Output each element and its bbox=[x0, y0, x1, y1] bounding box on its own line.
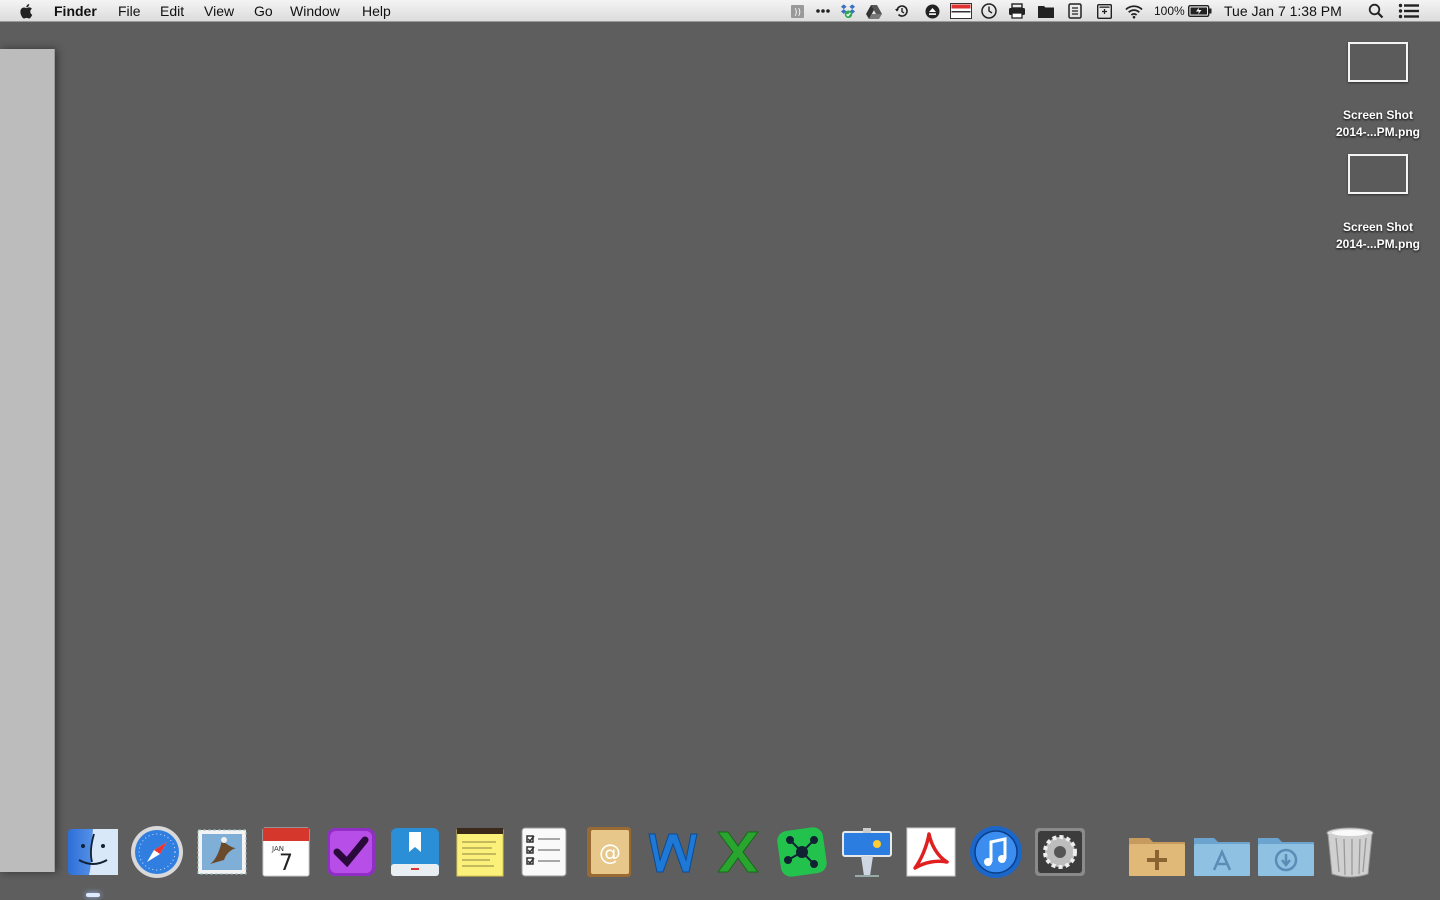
svg-text:)): )) bbox=[793, 8, 800, 18]
screenshot-thumbnail bbox=[1348, 154, 1408, 194]
file-name: Screen Shot 2014-...PM.png bbox=[1323, 219, 1433, 253]
word-icon[interactable] bbox=[645, 824, 701, 880]
time-machine-icon[interactable] bbox=[894, 3, 910, 19]
eject-icon[interactable] bbox=[924, 3, 940, 19]
keynote-icon[interactable] bbox=[839, 824, 895, 880]
day-one-icon[interactable] bbox=[387, 824, 443, 880]
downloads-folder-icon[interactable] bbox=[1256, 824, 1316, 880]
omnifocus-icon[interactable] bbox=[323, 824, 379, 880]
clock-datetime[interactable]: Tue Jan 7 1:38 PM bbox=[1224, 3, 1342, 19]
notification-center-icon[interactable] bbox=[1398, 3, 1420, 19]
finder-window-edge[interactable] bbox=[0, 49, 55, 872]
menu-file[interactable]: File bbox=[118, 3, 141, 19]
finder-running-indicator bbox=[86, 893, 100, 897]
file-name: Screen Shot 2014-...PM.png bbox=[1323, 107, 1433, 141]
menu-help[interactable]: Help bbox=[362, 3, 391, 19]
mindnode-icon[interactable] bbox=[774, 824, 830, 880]
contacts-icon[interactable]: @ bbox=[581, 824, 637, 880]
svg-text:@: @ bbox=[599, 841, 621, 866]
battery-percent[interactable]: 100% bbox=[1154, 4, 1185, 18]
menu-edit[interactable]: Edit bbox=[160, 3, 184, 19]
stickies-icon[interactable] bbox=[452, 824, 508, 880]
calendar-day: 7 bbox=[279, 851, 293, 876]
screenshot-thumbnail bbox=[1348, 42, 1408, 82]
printer-icon[interactable] bbox=[1008, 3, 1026, 19]
app-store-folder-icon[interactable] bbox=[1192, 824, 1252, 880]
menu-app-name[interactable]: Finder bbox=[54, 3, 97, 19]
menu-view[interactable]: View bbox=[204, 3, 234, 19]
display-icon[interactable] bbox=[950, 3, 972, 19]
reminders-icon[interactable] bbox=[516, 824, 572, 880]
acrobat-icon[interactable] bbox=[903, 824, 959, 880]
clipboard-icon[interactable] bbox=[1067, 3, 1083, 19]
dropbox-icon[interactable] bbox=[840, 3, 856, 19]
system-preferences-icon[interactable] bbox=[1032, 824, 1088, 880]
folder-icon[interactable] bbox=[1038, 3, 1054, 19]
calculator-icon[interactable] bbox=[1096, 3, 1112, 19]
apple-menu-icon[interactable] bbox=[18, 2, 36, 20]
trash-icon[interactable] bbox=[1322, 824, 1378, 880]
applications-folder-icon[interactable] bbox=[1127, 824, 1187, 880]
file-name-line2: 2014-...PM.png bbox=[1335, 125, 1421, 139]
wifi-icon[interactable] bbox=[1124, 3, 1144, 19]
file-name-line1: Screen Shot bbox=[1342, 220, 1414, 234]
more-icon[interactable] bbox=[815, 3, 831, 19]
mail-icon[interactable] bbox=[194, 824, 250, 880]
finder-icon[interactable] bbox=[65, 824, 121, 880]
calendar-icon[interactable]: JAN 7 bbox=[258, 824, 314, 880]
file-name-line2: 2014-...PM.png bbox=[1335, 237, 1421, 251]
clock-icon[interactable] bbox=[981, 3, 997, 19]
menu-go[interactable]: Go bbox=[254, 3, 273, 19]
google-drive-icon[interactable] bbox=[866, 3, 882, 19]
menu-bar: Finder File Edit View Go Window Help )) bbox=[0, 0, 1440, 22]
desktop-file-screenshot-2[interactable]: Screen Shot 2014-...PM.png bbox=[1323, 154, 1433, 253]
file-name-line1: Screen Shot bbox=[1342, 108, 1414, 122]
menu-window[interactable]: Window bbox=[290, 3, 340, 19]
spotlight-icon[interactable] bbox=[1368, 3, 1384, 19]
itunes-icon[interactable] bbox=[968, 824, 1024, 880]
excel-icon[interactable] bbox=[710, 824, 766, 880]
battery-icon[interactable] bbox=[1188, 3, 1212, 19]
bracket-icon[interactable]: )) bbox=[789, 3, 805, 19]
safari-icon[interactable] bbox=[129, 824, 185, 880]
desktop-file-screenshot-1[interactable]: Screen Shot 2014-...PM.png bbox=[1323, 42, 1433, 141]
